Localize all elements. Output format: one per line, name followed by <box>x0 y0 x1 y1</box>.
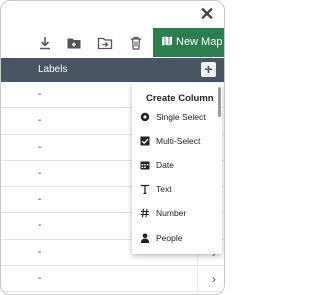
menu-item-label: Single Select <box>156 112 206 122</box>
menu-item-label: People <box>156 233 183 243</box>
person-icon <box>140 233 150 243</box>
hash-icon <box>140 208 149 218</box>
row-label-value: - <box>38 246 42 258</box>
trash-icon[interactable] <box>128 35 144 51</box>
menu-item-date[interactable]: Date <box>140 154 218 176</box>
close-icon[interactable]: ✕ <box>196 3 218 25</box>
toolbar: New Map <box>1 28 224 57</box>
menu-title: Create Column <box>146 93 214 104</box>
create-column-menu: Create Column Single Select Multi-Select… <box>132 83 222 254</box>
column-divider <box>197 266 198 292</box>
menu-item-text[interactable]: Text <box>140 178 218 200</box>
add-folder-icon[interactable] <box>66 35 82 51</box>
table-header: Labels + <box>1 58 224 82</box>
menu-scrollbar[interactable] <box>218 87 221 117</box>
modal-frame: ✕ New Map Labels + - - - - - - - - › Cre… <box>0 0 225 295</box>
radio-icon <box>140 112 150 121</box>
menu-item-multi-select[interactable]: Multi-Select <box>140 130 218 152</box>
menu-item-label: Multi-Select <box>156 136 201 146</box>
menu-item-label: Number <box>156 208 187 218</box>
chevron-right-icon[interactable]: › <box>212 266 216 292</box>
row-label-value: - <box>38 194 42 206</box>
row-label-value: - <box>38 167 42 179</box>
row-label-value: - <box>38 89 42 100</box>
map-icon <box>162 36 172 46</box>
menu-item-label: Text <box>156 184 172 194</box>
menu-item-single-select[interactable]: Single Select <box>140 106 218 128</box>
row-label-value: - <box>38 115 42 127</box>
table-row[interactable]: -› <box>1 266 224 293</box>
move-to-folder-icon[interactable] <box>97 35 113 51</box>
row-label-value: - <box>38 141 42 153</box>
row-label-value: - <box>38 273 42 285</box>
checkbox-icon <box>140 136 150 146</box>
download-icon[interactable] <box>37 35 53 51</box>
new-map-label: New Map <box>176 36 223 48</box>
menu-item-people[interactable]: People <box>140 227 218 249</box>
menu-item-label: Date <box>156 160 174 170</box>
menu-item-number[interactable]: Number <box>140 202 218 224</box>
labels-column-header[interactable]: Labels <box>38 58 67 82</box>
add-column-button[interactable]: + <box>201 62 216 77</box>
calendar-icon <box>140 161 150 170</box>
text-icon <box>140 184 150 194</box>
row-label-value: - <box>38 220 42 232</box>
new-map-button[interactable]: New Map <box>153 28 224 57</box>
